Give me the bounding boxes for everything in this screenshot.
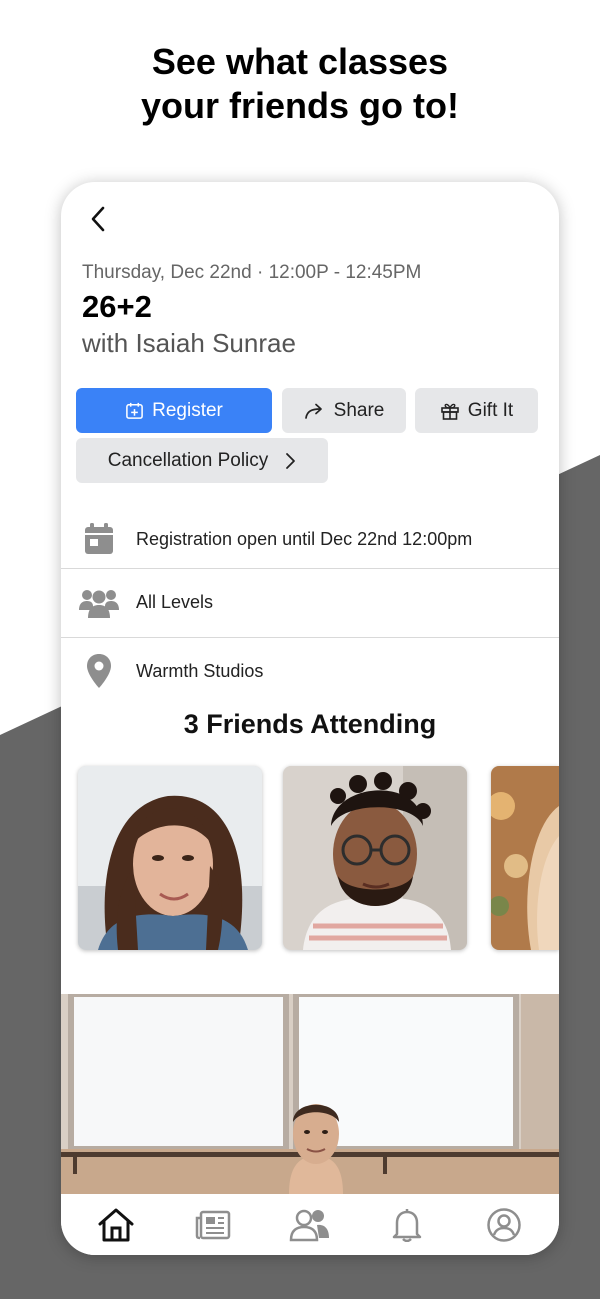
chevron-right-icon [286,452,296,469]
nav-friends[interactable] [280,1200,340,1250]
friend-avatar-2[interactable] [283,766,467,950]
registration-text: Registration open until Dec 22nd 12:00pm [136,528,473,549]
gift-button[interactable]: Gift It [415,388,538,433]
class-instructor: with Isaiah Sunrae [82,328,296,358]
friend-photo-2 [283,766,467,950]
gift-icon [440,403,459,420]
class-datetime: Thursday, Dec 22nd · 12:00P - 12:45PM [82,262,422,283]
register-label: Register [152,399,223,421]
bell-icon [392,1208,422,1242]
studio-photo-image [61,994,559,1194]
class-title: 26+2 [82,289,152,324]
friend-avatar-1[interactable] [78,766,262,950]
cancellation-policy-label: Cancellation Policy [107,449,269,471]
share-arrow-icon [304,403,322,419]
registration-row: Registration open until Dec 22nd 12:00pm [61,505,559,573]
location-pin-icon [86,654,111,688]
level-text: All Levels [136,591,214,612]
home-icon [98,1208,134,1241]
friend-photo-3 [491,766,559,950]
friends-icon [289,1209,329,1241]
location-row[interactable]: Warmth Studios [61,637,559,705]
calendar-add-icon [126,402,143,419]
profile-icon [487,1207,522,1242]
calendar-icon [84,523,113,554]
cancellation-policy-button[interactable]: Cancellation Policy [76,438,328,483]
promo-headline-line1: See what classes [151,41,449,82]
news-icon [195,1210,231,1239]
share-button[interactable]: Share [282,388,406,433]
studio-photo [61,994,559,1194]
friends-attending-title: 3 Friends Attending [183,709,437,739]
friend-photo-1 [78,766,262,950]
promo-headline: See what classes your friends go to! [0,40,600,128]
nav-notifications[interactable] [377,1200,437,1250]
bottom-navigation [61,1194,559,1255]
group-icon [78,590,119,618]
back-button[interactable] [83,202,113,236]
friend-avatar-3[interactable] [491,766,559,950]
register-button[interactable]: Register [76,388,272,433]
chevron-left-icon [91,206,105,232]
gift-label: Gift It [467,399,514,421]
nav-news[interactable] [183,1200,243,1250]
nav-home[interactable] [86,1200,146,1250]
promo-headline-line2: your friends go to! [141,85,459,126]
share-label: Share [333,399,385,421]
level-row: All Levels [61,568,559,636]
phone-screen: Thursday, Dec 22nd · 12:00P - 12:45PM 26… [61,182,559,1255]
location-text: Warmth Studios [136,660,264,681]
nav-profile[interactable] [474,1200,534,1250]
